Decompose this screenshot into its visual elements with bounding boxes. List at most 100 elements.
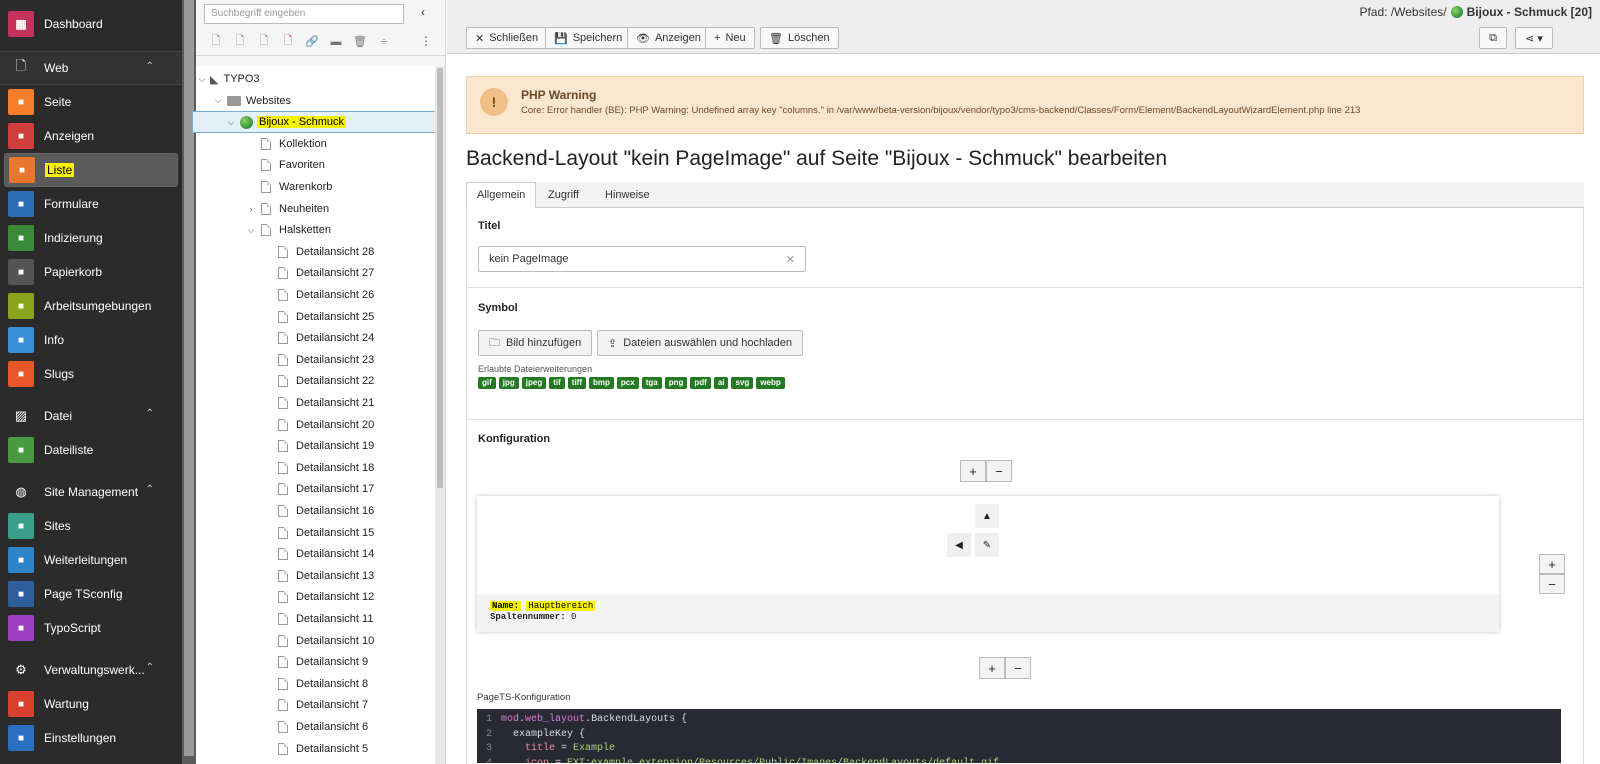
module-liste[interactable]: ■ Liste <box>4 153 178 187</box>
chevron-down-icon[interactable]: ⌵ <box>225 117 237 128</box>
merge-up-icon[interactable]: ▲ <box>975 504 999 528</box>
tree-node-detail[interactable]: Detailansicht 8 <box>196 673 436 695</box>
tree-node-websites[interactable]: ⌵ Websites <box>196 90 436 112</box>
module-seite[interactable]: ■ Seite <box>0 85 182 119</box>
tab-zugriff[interactable]: Zugriff <box>538 182 589 208</box>
tree-node-detail[interactable]: Detailansicht 13 <box>196 565 436 587</box>
path-value[interactable]: /Websites/ <box>1391 5 1447 19</box>
new-page-special-icon[interactable]: 🗋 <box>228 32 252 51</box>
clear-icon[interactable]: ✕ <box>786 253 795 266</box>
module-formulare[interactable]: ■ Formulare <box>0 187 182 221</box>
tree-node-detail[interactable]: Detailansicht 25 <box>196 306 436 328</box>
save-button[interactable]: 💾 Speichern <box>545 27 632 49</box>
tree-node-detail[interactable]: Detailansicht 28 <box>196 241 436 263</box>
tree-menu-icon[interactable]: ⋮ <box>420 34 432 48</box>
tree-node-detail[interactable]: Detailansicht 7 <box>196 694 436 716</box>
module-papierkorb[interactable]: ■ Papierkorb <box>0 255 182 289</box>
tree-node-favoriten[interactable]: Favoriten <box>196 154 436 176</box>
module-dashboard[interactable]: ▦ Dashboard <box>0 7 182 41</box>
tree-node-detail[interactable]: Detailansicht 24 <box>196 327 436 349</box>
delete-button[interactable]: 🗑 Löschen <box>760 27 839 49</box>
add-row-top-button[interactable]: + <box>960 460 986 482</box>
module-wartung[interactable]: ■ Wartung <box>0 687 182 721</box>
module-typoscript[interactable]: ■ TypoScript <box>0 611 182 645</box>
chevron-up-icon[interactable]: ⌃ <box>146 484 154 495</box>
folder-icon[interactable]: ▬ <box>324 36 348 48</box>
edit-cell-icon[interactable]: ✎ <box>975 533 999 557</box>
tree-node-detail[interactable]: Detailansicht 5 <box>196 738 436 760</box>
link-icon[interactable]: 🔗 <box>300 35 324 48</box>
new-button[interactable]: + Neu <box>705 27 755 49</box>
new-page-hidden-icon[interactable]: 🗋 <box>276 32 300 51</box>
collapse-tree-icon[interactable]: ‹ <box>421 5 425 19</box>
open-new-window-button[interactable]: ⧉ <box>1479 27 1507 49</box>
new-page-icon[interactable]: 🗋 <box>204 32 228 51</box>
tree-node-detail[interactable]: Detailansicht 18 <box>196 457 436 479</box>
close-button[interactable]: ✕ Schließen <box>466 27 548 49</box>
view-button[interactable]: 👁 Anzeigen <box>627 27 710 49</box>
module-indizierung[interactable]: ■ Indizierung <box>0 221 182 255</box>
tree-node-detail[interactable]: Detailansicht 14 <box>196 543 436 565</box>
tree-node-site[interactable]: ⌵ Bijoux - Schmuck <box>192 111 436 134</box>
tree-node-detail[interactable]: Detailansicht 11 <box>196 608 436 630</box>
tree-node-detail[interactable]: Detailansicht 9 <box>196 651 436 673</box>
add-column-button[interactable]: + <box>1539 554 1565 574</box>
module-dateiliste[interactable]: ■ Dateiliste <box>0 433 182 467</box>
pagets-code-editor[interactable]: 1 mod.web_layout.BackendLayouts {2 exampl… <box>477 709 1561 763</box>
module-arbeitsumgebungen[interactable]: ■ Arbeitsumgebungen <box>0 289 182 323</box>
module-page-tsconfig[interactable]: ■ Page TSconfig <box>0 577 182 611</box>
tree-node-detail[interactable]: Detailansicht 12 <box>196 586 436 608</box>
module-einstellungen[interactable]: ■ Einstellungen <box>0 721 182 755</box>
divider-icon[interactable]: ÷ <box>372 36 396 48</box>
chevron-up-icon[interactable]: ⌃ <box>146 662 154 673</box>
module-slugs[interactable]: ■ Slugs <box>0 357 182 391</box>
tree-node-detail[interactable]: Detailansicht 19 <box>196 435 436 457</box>
module-group-web[interactable]: 🗋 Web ⌃ <box>0 51 182 85</box>
tree-node-root[interactable]: ⌵ ◣ TYPO3 <box>196 68 436 90</box>
title-input[interactable]: kein PageImage ✕ <box>478 246 806 272</box>
module-group-site-management[interactable]: ◍ Site Management ⌃ <box>0 475 182 509</box>
tree-node-detail[interactable]: Detailansicht 27 <box>196 262 436 284</box>
chevron-down-icon[interactable]: ⌵ <box>212 95 224 106</box>
tree-node-detail[interactable]: Detailansicht 26 <box>196 284 436 306</box>
tree-node-detail[interactable]: Detailansicht 16 <box>196 500 436 522</box>
remove-column-button[interactable]: − <box>1539 574 1565 594</box>
remove-row-bottom-button[interactable]: − <box>1005 657 1031 679</box>
tree-search-input[interactable]: Suchbegriff eingeben <box>204 4 404 24</box>
module-weiterleitungen[interactable]: ■ Weiterleitungen <box>0 543 182 577</box>
tree-scrollbar[interactable] <box>435 66 445 764</box>
chevron-right-icon[interactable]: › <box>245 204 257 214</box>
chevron-up-icon[interactable]: ⌃ <box>146 61 154 72</box>
recycler-icon[interactable]: 🗑 <box>348 35 372 48</box>
tree-node-detail[interactable]: Detailansicht 21 <box>196 392 436 414</box>
tree-node-detail[interactable]: Detailansicht 10 <box>196 630 436 652</box>
tree-node-detail[interactable]: Detailansicht 17 <box>196 478 436 500</box>
new-page-shortcut-icon[interactable]: 🗋 <box>252 32 276 51</box>
tab-hinweise[interactable]: Hinweise <box>595 182 660 208</box>
module-anzeigen[interactable]: ■ Anzeigen <box>0 119 182 153</box>
tree-node-halsketten[interactable]: ⌵ Halsketten <box>196 219 436 241</box>
tree-node-detail[interactable]: Detailansicht 20 <box>196 414 436 436</box>
add-row-bottom-button[interactable]: + <box>979 657 1005 679</box>
path-page[interactable]: Bijoux - Schmuck [20] <box>1467 5 1592 19</box>
tree-node-warenkorb[interactable]: Warenkorb <box>196 176 436 198</box>
tree-node-kollektion[interactable]: Kollektion <box>196 133 436 155</box>
share-button[interactable]: ⋖ ▾ <box>1515 27 1553 49</box>
chevron-up-icon[interactable]: ⌃ <box>146 408 154 419</box>
module-info[interactable]: ■ Info <box>0 323 182 357</box>
merge-left-icon[interactable]: ◀ <box>947 533 971 557</box>
module-sites[interactable]: ■ Sites <box>0 509 182 543</box>
add-image-button[interactable]: 🗀 Bild hinzufügen <box>478 330 593 356</box>
tree-node-detail[interactable]: Detailansicht 15 <box>196 522 436 544</box>
tree-node-neuheiten[interactable]: › Neuheiten <box>196 198 436 220</box>
tab-allgemein[interactable]: Allgemein <box>466 182 537 208</box>
tree-node-detail[interactable]: Detailansicht 6 <box>196 716 436 738</box>
upload-button[interactable]: ⇪ Dateien auswählen und hochladen <box>597 330 804 356</box>
chevron-down-icon[interactable]: ⌵ <box>245 225 257 236</box>
tree-node-detail[interactable]: Detailansicht 23 <box>196 349 436 371</box>
tree-node-detail[interactable]: Detailansicht 22 <box>196 370 436 392</box>
tree-scrollbar-thumb[interactable] <box>437 68 443 488</box>
module-group-admin-tools[interactable]: ⚙ Verwaltungswerk... ⌃ <box>0 653 182 687</box>
chevron-down-icon[interactable]: ⌵ <box>196 74 208 85</box>
module-group-datei[interactable]: ▨ Datei ⌃ <box>0 399 182 433</box>
